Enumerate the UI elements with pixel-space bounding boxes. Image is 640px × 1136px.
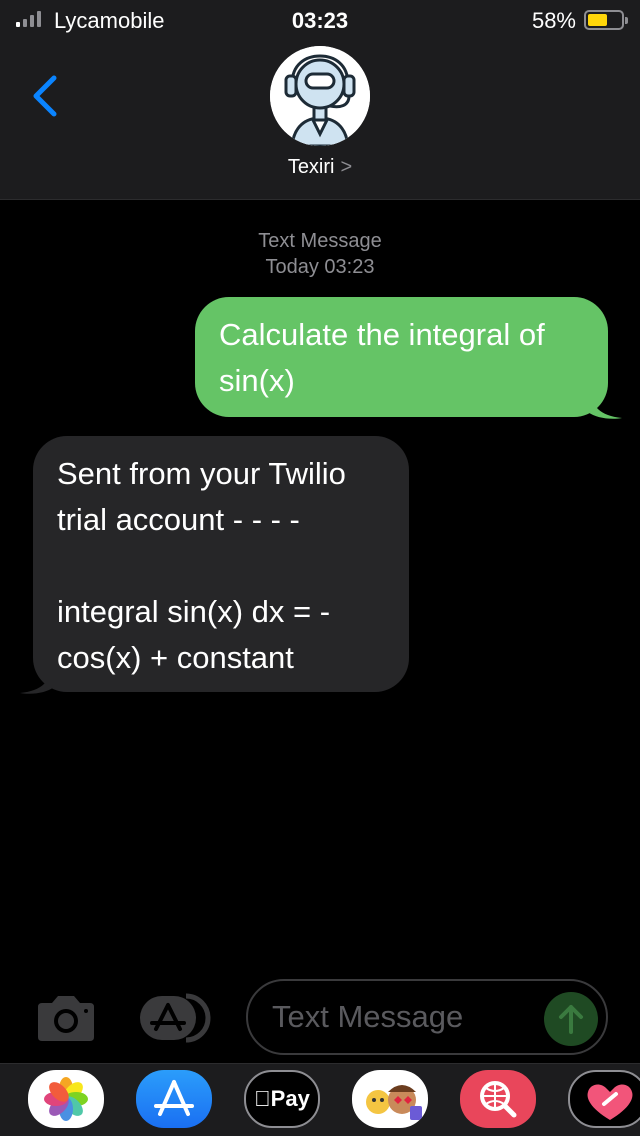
heart-icon: [587, 1084, 633, 1120]
message-thread[interactable]: Text Message Today 03:23 Calculate the i…: [0, 200, 640, 975]
digital-touch-app-button[interactable]: [568, 1070, 640, 1128]
battery-icon: [584, 10, 628, 30]
received-bubble-tail: [20, 665, 54, 694]
back-button[interactable]: [26, 74, 66, 118]
contact-avatar[interactable]: [270, 46, 370, 146]
apple-pay-app-button[interactable]: Pay: [244, 1070, 320, 1128]
contact-name: Texiri: [287, 156, 335, 178]
status-bar: Lycamobile 03:23 58%: [0, 0, 640, 40]
app-store-icon: [154, 1080, 194, 1116]
memoji-icon: [366, 1085, 422, 1120]
contact-name-button[interactable]: Texiri >: [0, 156, 640, 179]
send-button[interactable]: [544, 992, 598, 1046]
received-message-bubble[interactable]: Sent from your Twilio trial account - - …: [33, 436, 409, 692]
camera-button[interactable]: [34, 993, 98, 1043]
message-text-field[interactable]: [246, 979, 608, 1055]
app-store-icon: [140, 993, 211, 1043]
message-timestamp: Today 03:23: [265, 256, 375, 278]
arrow-up-icon: [559, 1005, 583, 1034]
sent-bubble-tail: [588, 390, 622, 419]
robot-headset-avatar-icon: [270, 46, 370, 146]
search-app-button[interactable]: [460, 1070, 536, 1128]
app-drawer: Pay: [0, 1063, 640, 1136]
sent-message-bubble[interactable]: Calculate the integral of sin(x): [195, 297, 608, 417]
thread-meta: Text Message Today 03:23: [0, 228, 640, 280]
chevron-left-icon: [33, 75, 57, 117]
apple-pay-label: Pay: [262, 1086, 310, 1111]
compose-bar: [0, 975, 640, 1063]
apps-button[interactable]: [138, 993, 216, 1043]
battery-percent: 58%: [531, 8, 576, 33]
globe-search-icon: [480, 1081, 517, 1118]
service-label: Text Message: [258, 230, 382, 252]
memoji-app-button[interactable]: [352, 1070, 428, 1128]
conversation-header: Texiri >: [0, 40, 640, 200]
photos-flower-icon: [44, 1077, 88, 1121]
messages-screen: Lycamobile 03:23 58% Texiri > Text Messa…: [0, 0, 640, 1136]
message-input[interactable]: [272, 995, 532, 1039]
chevron-right-icon: >: [340, 156, 353, 178]
camera-icon: [38, 996, 94, 1041]
apple-logo-icon: : [254, 1086, 271, 1111]
app-store-app-button[interactable]: [136, 1070, 212, 1128]
photos-app-button[interactable]: [28, 1070, 104, 1128]
